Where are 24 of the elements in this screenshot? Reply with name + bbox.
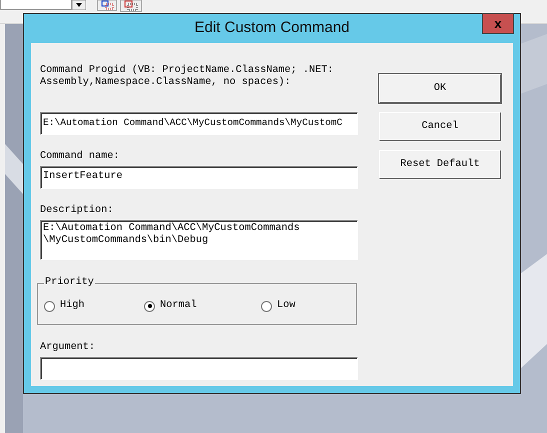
input-field[interactable]	[40, 357, 358, 380]
input-field[interactable]: InsertFeature	[40, 166, 358, 189]
window-title: Edit Custom Command	[194, 18, 350, 38]
input-field[interactable]: E:\Automation Command\ACC\MyCustomCommands\MyCustomC	[40, 112, 358, 135]
radio-option[interactable]: Low	[261, 300, 351, 312]
group-label: Priority	[44, 277, 95, 289]
radio-button[interactable]	[144, 300, 155, 312]
field-label: Argument:	[40, 342, 96, 354]
radio-button[interactable]	[44, 300, 55, 312]
dialog-button[interactable]: Cancel	[379, 112, 501, 141]
field-label: Description:	[40, 205, 114, 217]
radio-option[interactable]: High	[44, 300, 144, 312]
close-button[interactable]: x	[482, 13, 514, 34]
radio-button[interactable]	[261, 300, 272, 312]
window-icon[interactable]	[97, 0, 117, 11]
dialog-button[interactable]: Reset Default	[379, 150, 501, 179]
dropdown-field[interactable]	[0, 0, 72, 10]
radio-option[interactable]: Normal	[144, 300, 261, 312]
window-icon[interactable]	[120, 0, 142, 12]
dialog-button[interactable]: OK	[379, 74, 501, 103]
field-label: Command Progid (VB: ProjectName.ClassName; .NET: Assembly,Namespace.ClassName, no spaces):	[40, 65, 334, 89]
text-area[interactable]: E:\Automation Command\ACC\MyCustomCommands \MyCustomCommands\bin\Debug	[40, 220, 358, 260]
caret-icon[interactable]	[72, 0, 86, 10]
field-label: Command name:	[40, 151, 120, 163]
